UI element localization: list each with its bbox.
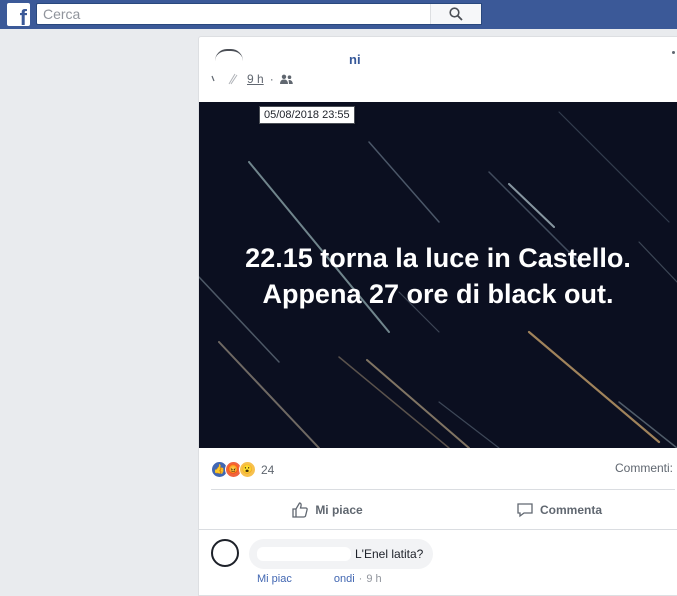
friends-audience-icon[interactable] [279,74,293,84]
timestamp-tooltip: 05/08/2018 23:55 [259,106,355,124]
more-options-icon[interactable] [672,51,675,54]
post-author[interactable]: ni [259,52,361,67]
redaction-mask [259,54,349,67]
author-avatar[interactable] [215,49,243,61]
post-image[interactable]: 22.15 torna la luce in Castello. Appena … [199,102,677,448]
search-box [36,3,482,25]
divider [211,489,675,490]
image-caption-line2: Appena 27 ore di black out. [262,279,614,309]
comment-like-link[interactable]: Mi piac [257,573,292,585]
wow-reaction-icon: 😮 [239,461,256,478]
post-card: ni 9 h · 05/08/2018 23:55 22.15 torna la… [198,36,677,596]
post-timestamp[interactable]: 9 h [247,72,264,86]
separator-dot: · [358,573,363,585]
comment-actions: Mi piac ondi · 9 h [257,573,382,585]
image-caption-line1: 22.15 torna la luce in Castello. [245,243,631,273]
reactions-summary[interactable]: 👍 😡 😮 24 [211,461,274,478]
thumbs-up-icon [292,502,309,518]
comment-reply-link[interactable]: ondi [334,573,355,585]
comment-label: Commenta [539,503,602,517]
post-actions: Mi piace Commenta [211,495,675,525]
like-button[interactable]: Mi piace [211,495,443,525]
comment-timestamp[interactable]: 9 h [366,573,381,585]
divider [199,529,677,530]
commenter-avatar[interactable] [211,539,239,567]
comment-text: L'Enel latita? [355,547,424,561]
comment-button[interactable]: Commenta [443,495,675,525]
separator-dot: · [269,72,274,86]
facebook-logo-icon[interactable]: f [7,3,30,26]
comment-icon [517,503,533,518]
share-arrow-icon [211,73,238,85]
reaction-count: 24 [261,462,275,477]
comment-bubble: L'Enel latita? [249,539,434,569]
redaction-mask [295,573,330,584]
search-input[interactable] [37,4,443,24]
search-icon [449,7,463,21]
redaction-mask [257,547,351,561]
search-button[interactable] [430,4,481,24]
like-label: Mi piace [315,503,363,517]
post-meta: 9 h · [211,72,293,86]
comments-link[interactable]: Commenti: [615,461,673,475]
top-bar: f [0,0,677,29]
image-caption: 22.15 torna la luce in Castello. Appena … [199,240,677,312]
